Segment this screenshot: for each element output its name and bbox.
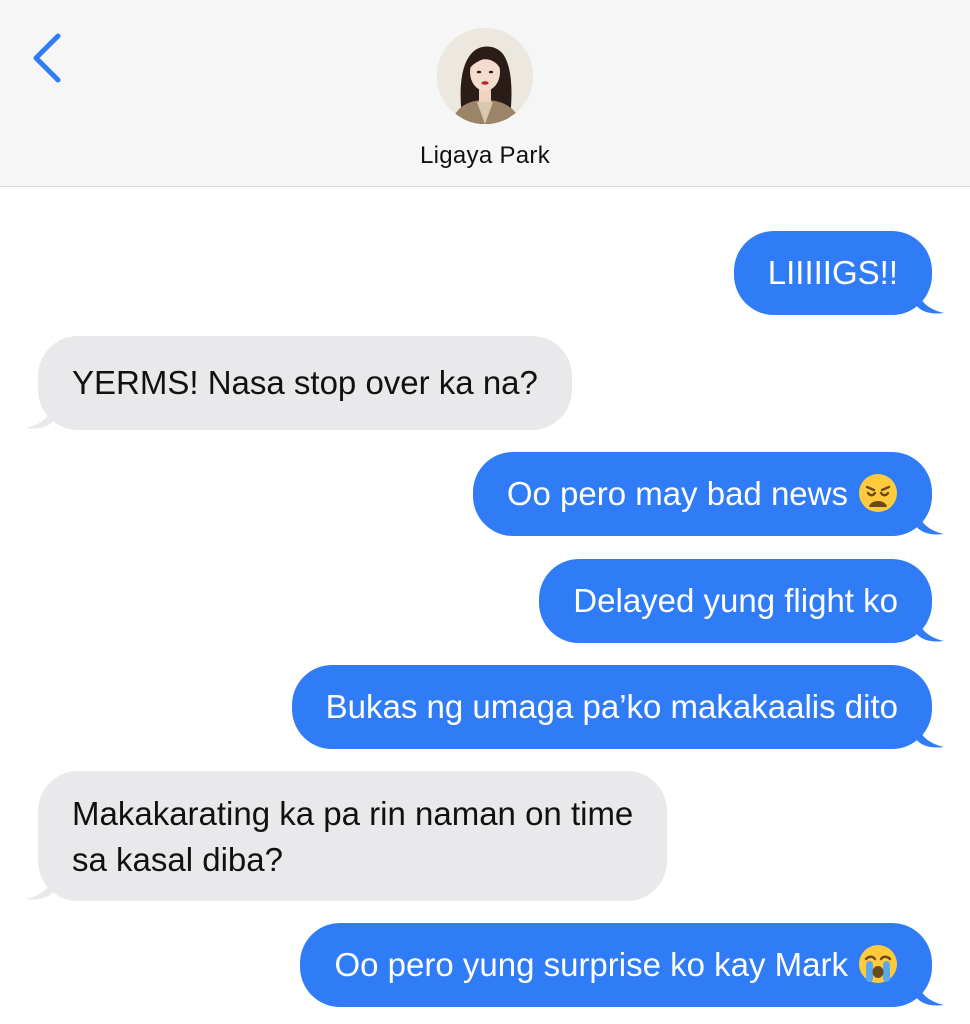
message-text: YERMS! Nasa stop over ka na? — [72, 364, 538, 401]
message-text: Bukas ng umaga pa’ko makakaalis dito — [325, 688, 898, 725]
message-bubble-outgoing[interactable]: Delayed yung flight ko — [539, 559, 932, 643]
contact-name[interactable]: Ligaya Park — [0, 142, 970, 170]
weary-face-emoji-icon — [859, 474, 897, 513]
chevron-left-icon — [33, 33, 61, 83]
conversation-header: Ligaya Park — [0, 0, 970, 187]
message-bubble-incoming[interactable]: Makakarating ka pa rin naman on time sa … — [38, 771, 668, 901]
bubble-tail — [916, 285, 944, 314]
message-thread: LIIIIIGS!! YERMS! Nasa stop over ka na? … — [0, 187, 970, 1024]
message-text: Delayed yung flight ko — [573, 582, 898, 619]
bubble-tail — [916, 506, 944, 535]
loudly-crying-face-emoji-icon — [859, 945, 897, 984]
message-text: Oo pero may bad news — [506, 475, 848, 512]
avatar-photo — [437, 28, 533, 124]
message-bubble-incoming[interactable]: YERMS! Nasa stop over ka na? — [38, 336, 572, 430]
bubble-tail — [916, 613, 944, 642]
message-bubble-outgoing[interactable]: Oo pero yung surprise ko kay Mark — [300, 923, 932, 1007]
bubble-tail — [916, 719, 944, 748]
contact-avatar[interactable] — [437, 28, 533, 124]
bubble-tail — [916, 977, 944, 1006]
message-text: Oo pero yung surprise ko kay Mark — [334, 946, 848, 983]
message-bubble-outgoing[interactable]: Oo pero may bad news — [472, 452, 932, 536]
back-button[interactable] — [28, 30, 68, 86]
message-text: LIIIIIGS!! — [767, 254, 898, 291]
bubble-tail — [26, 400, 54, 429]
message-text-line: sa kasal diba? — [72, 841, 283, 878]
message-bubble-outgoing[interactable]: LIIIIIGS!! — [733, 231, 932, 315]
message-bubble-outgoing[interactable]: Bukas ng umaga pa’ko makakaalis dito — [291, 665, 932, 749]
message-text-line: Makakarating ka pa rin naman on time — [72, 795, 634, 832]
bubble-tail — [26, 871, 54, 900]
